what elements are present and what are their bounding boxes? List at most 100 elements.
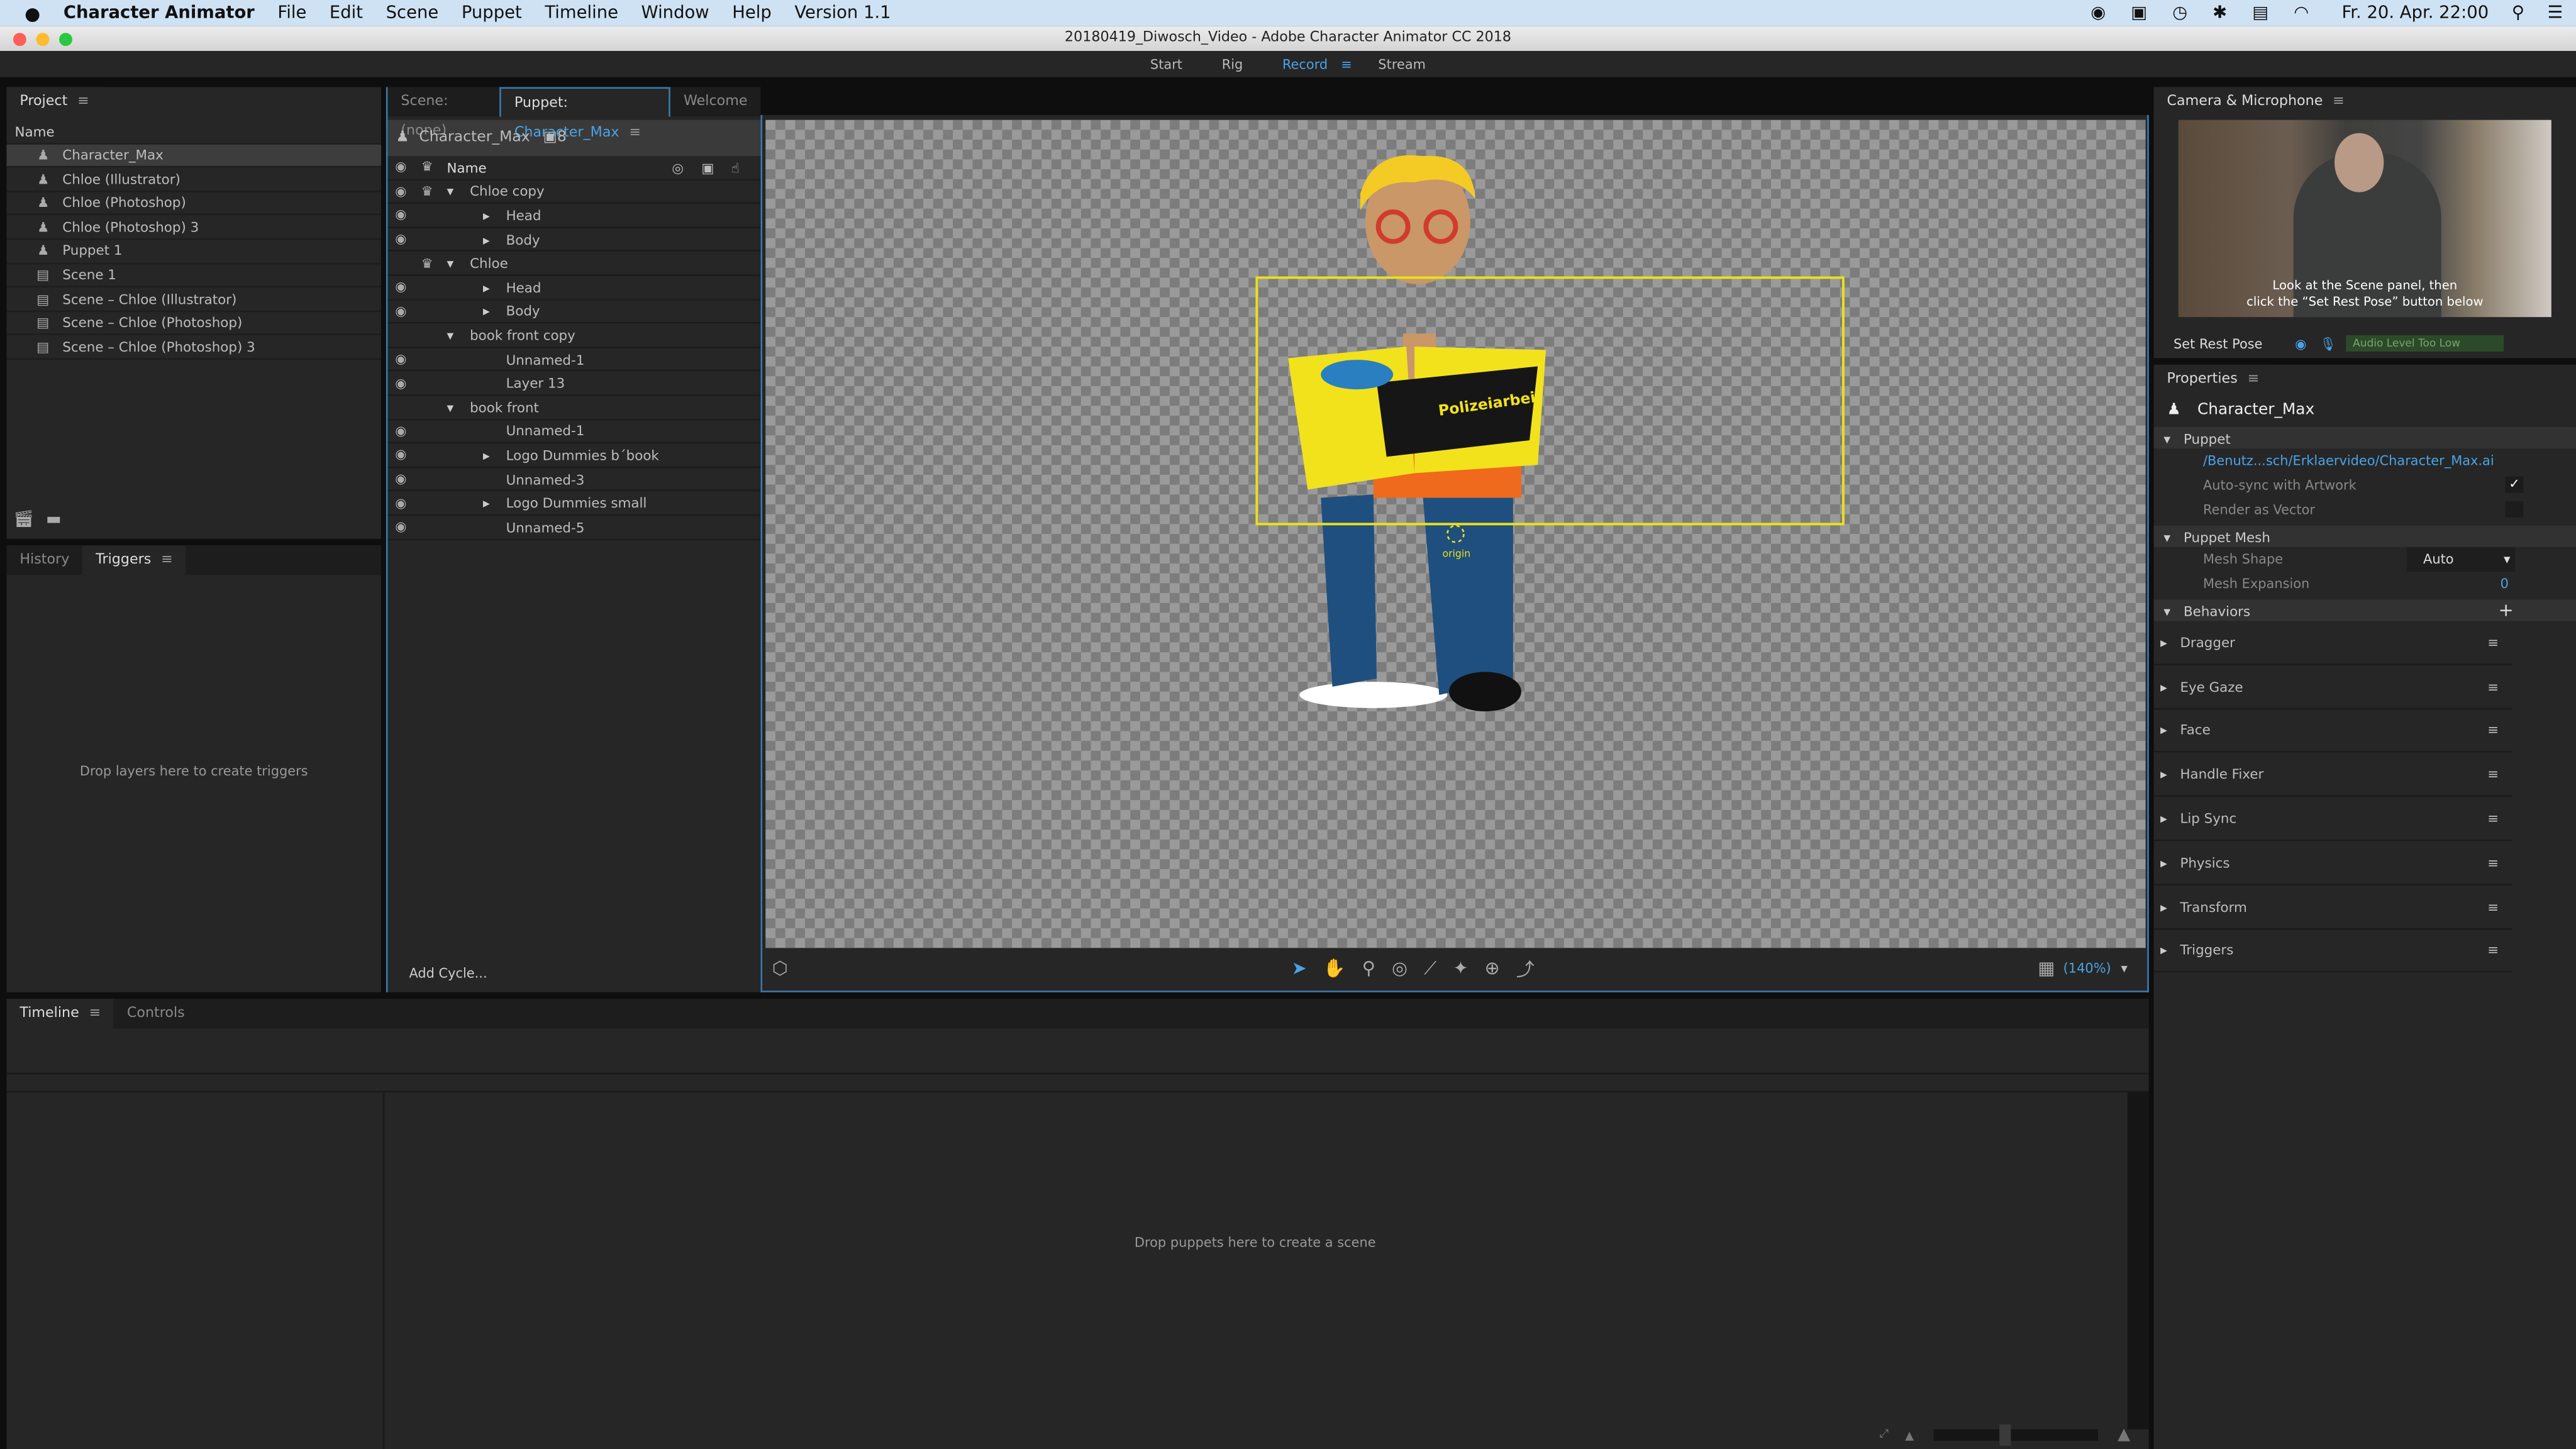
project-item[interactable]: ▤ Scene 1 bbox=[6, 264, 382, 288]
touch-icon[interactable]: ☝ bbox=[731, 159, 760, 175]
tag-icon[interactable]: ◎ bbox=[672, 159, 701, 175]
layer-row[interactable]: ◉ ▸ Head bbox=[387, 204, 761, 228]
eye-icon[interactable]: ◉ bbox=[387, 208, 414, 223]
menu-timeline[interactable]: Timeline bbox=[545, 3, 618, 23]
workspace-stream[interactable]: Stream bbox=[1378, 57, 1426, 72]
behavior-item[interactable]: ▸ Eye Gaze ≡ bbox=[2153, 665, 2512, 709]
fit-icon[interactable]: ⤢ bbox=[1879, 1428, 1889, 1443]
expand-icon[interactable]: ▸ bbox=[483, 207, 506, 223]
camera-view-icon[interactable]: ⬡ bbox=[772, 958, 788, 979]
notification-center-icon[interactable]: ☰ bbox=[2547, 3, 2563, 23]
project-item[interactable]: ♟ Chloe (Illustrator) bbox=[6, 168, 382, 192]
layer-row[interactable]: ◉ ▸ Body bbox=[387, 300, 761, 325]
layer-column-name[interactable]: Name bbox=[447, 159, 672, 175]
behavior-item[interactable]: ▸ Transform ≡ bbox=[2153, 885, 2512, 930]
layer-row[interactable]: ◉ ▸ Head bbox=[387, 276, 761, 300]
zoom-window-button[interactable] bbox=[59, 33, 72, 47]
layer-row[interactable]: ◉ Layer 13 bbox=[387, 372, 761, 396]
panel-menu-icon[interactable]: ≡ bbox=[2333, 87, 2345, 116]
apple-icon[interactable]: ● bbox=[25, 3, 40, 24]
stick-tool-icon[interactable]: ⟋ bbox=[1424, 957, 1436, 980]
project-item[interactable]: ♟ Puppet 1 bbox=[6, 240, 382, 264]
tab-triggers[interactable]: Triggers ≡ bbox=[82, 545, 186, 575]
behavior-menu-icon[interactable]: ≡ bbox=[2487, 898, 2499, 914]
transparency-grid-icon[interactable]: ▦ bbox=[2038, 958, 2055, 979]
close-window-button[interactable] bbox=[13, 33, 26, 47]
expand-icon[interactable]: ▸ bbox=[483, 279, 506, 295]
layer-row[interactable]: ◉ ▸ Logo Dummies b´book bbox=[387, 444, 761, 468]
eye-icon[interactable]: ◉ bbox=[387, 280, 414, 295]
camera-toggle-icon[interactable]: ◉ bbox=[2295, 336, 2306, 351]
menu-scene[interactable]: Scene bbox=[386, 3, 439, 23]
workspace-record[interactable]: Record bbox=[1282, 57, 1328, 72]
zoom-dropdown-icon[interactable]: ▾ bbox=[2121, 961, 2127, 976]
project-item[interactable]: ♟ Chloe (Photoshop) 3 bbox=[6, 216, 382, 240]
expand-icon[interactable]: ▸ bbox=[2160, 634, 2180, 650]
layer-row[interactable]: ◉ Unnamed-3 bbox=[387, 468, 761, 492]
tab-welcome[interactable]: Welcome bbox=[670, 87, 760, 116]
minimize-window-button[interactable] bbox=[36, 33, 50, 47]
select-tool-icon[interactable]: ➤ bbox=[1292, 958, 1307, 979]
behavior-menu-icon[interactable]: ≡ bbox=[2487, 854, 2499, 870]
behavior-item[interactable]: ▸ Handle Fixer ≡ bbox=[2153, 753, 2512, 797]
expand-icon[interactable]: ▸ bbox=[2160, 678, 2180, 694]
expand-icon[interactable]: ▸ bbox=[483, 495, 506, 511]
eye-icon[interactable]: ◉ bbox=[387, 375, 414, 391]
tab-timeline[interactable]: Timeline ≡ bbox=[6, 999, 114, 1029]
mesh-expansion-value[interactable]: 0 bbox=[2501, 572, 2509, 596]
behavior-item[interactable]: ▸ Dragger ≡ bbox=[2153, 621, 2512, 665]
layer-row[interactable]: ♛ ▾ Chloe bbox=[387, 252, 761, 276]
puppet-canvas[interactable]: Polizeiarbeit origin bbox=[765, 119, 2146, 948]
panel-menu-icon[interactable]: ≡ bbox=[2247, 365, 2259, 394]
panel-menu-icon[interactable]: ≡ bbox=[89, 999, 101, 1028]
behavior-menu-icon[interactable]: ≡ bbox=[2487, 634, 2499, 650]
dragger-tool-icon[interactable]: ⤴ bbox=[1516, 955, 1535, 982]
workspace-start[interactable]: Start bbox=[1150, 57, 1182, 72]
zoom-level[interactable]: (140%) bbox=[2063, 961, 2111, 976]
menu-help[interactable]: Help bbox=[732, 3, 772, 23]
handle-tool-icon[interactable]: ⊕ bbox=[1485, 958, 1500, 979]
layer-row[interactable]: ◉ Unnamed-5 bbox=[387, 516, 761, 540]
artwork-path-link[interactable]: /Benutz...sch/Erklaervideo/Character_Max… bbox=[2203, 448, 2523, 473]
eye-icon[interactable]: ◉ bbox=[387, 424, 414, 439]
behavior-menu-icon[interactable]: ≡ bbox=[2487, 722, 2499, 738]
project-column-name[interactable]: Name bbox=[6, 120, 382, 144]
behavior-menu-icon[interactable]: ≡ bbox=[2487, 678, 2499, 694]
microphone-toggle-icon[interactable]: 🎙︎ bbox=[2319, 336, 2336, 351]
eye-icon[interactable]: ◉ bbox=[387, 519, 414, 535]
eye-icon[interactable]: ◉ bbox=[387, 472, 414, 487]
timeline-scrollbar[interactable] bbox=[2127, 1092, 2149, 1430]
section-behaviors[interactable]: ▾ Behaviors + bbox=[2153, 599, 2576, 621]
menu-window[interactable]: Window bbox=[641, 3, 709, 23]
zoom-out-icon[interactable]: ▲ bbox=[1905, 1428, 1914, 1441]
eye-icon[interactable]: ◉ bbox=[387, 496, 414, 511]
new-scene-icon[interactable]: 🎬︎ bbox=[13, 511, 34, 529]
behavior-item[interactable]: ▸ Lip Sync ≡ bbox=[2153, 797, 2512, 841]
expand-icon[interactable]: ▸ bbox=[2160, 854, 2180, 870]
menu-puppet[interactable]: Puppet bbox=[462, 3, 522, 23]
behavior-item[interactable]: ▸ Physics ≡ bbox=[2153, 841, 2512, 886]
layer-row[interactable]: ▾ book front bbox=[387, 396, 761, 420]
project-item[interactable]: ▤ Scene – Chloe (Photoshop) 3 bbox=[6, 336, 382, 360]
status-icons[interactable]: ◉ ▣ ◷ ✱ ▤ ◠ bbox=[2090, 3, 2319, 23]
add-behavior-icon[interactable]: + bbox=[2499, 599, 2514, 621]
origin-tool-icon[interactable]: ◎ bbox=[1392, 958, 1407, 979]
behavior-item[interactable]: ▸ Face ≡ bbox=[2153, 709, 2512, 753]
expand-icon[interactable]: ▸ bbox=[2160, 810, 2180, 826]
render-vector-checkbox[interactable] bbox=[2505, 501, 2524, 518]
menu-edit[interactable]: Edit bbox=[330, 3, 363, 23]
mesh-shape-dropdown[interactable]: Auto ▾ bbox=[2406, 547, 2516, 572]
behavior-item[interactable]: ▸ Triggers ≡ bbox=[2153, 929, 2512, 974]
menu-version[interactable]: Version 1.1 bbox=[794, 3, 891, 23]
panel-menu-icon[interactable]: ≡ bbox=[161, 545, 173, 575]
layer-row[interactable]: ◉ ▸ Body bbox=[387, 228, 761, 252]
expand-icon[interactable]: ▾ bbox=[447, 327, 470, 343]
eye-icon[interactable]: ◉ bbox=[387, 448, 414, 463]
menu-file[interactable]: File bbox=[277, 3, 306, 23]
expand-icon[interactable]: ▸ bbox=[483, 231, 506, 247]
tab-scene[interactable]: Scene: (none) bbox=[387, 87, 499, 140]
tab-properties[interactable]: Properties ≡ bbox=[2153, 364, 2272, 394]
expand-icon[interactable]: ▾ bbox=[447, 183, 470, 199]
workspace-rig[interactable]: Rig bbox=[1222, 57, 1243, 72]
layer-row[interactable]: ◉ ♛ ▾ Chloe copy bbox=[387, 180, 761, 204]
